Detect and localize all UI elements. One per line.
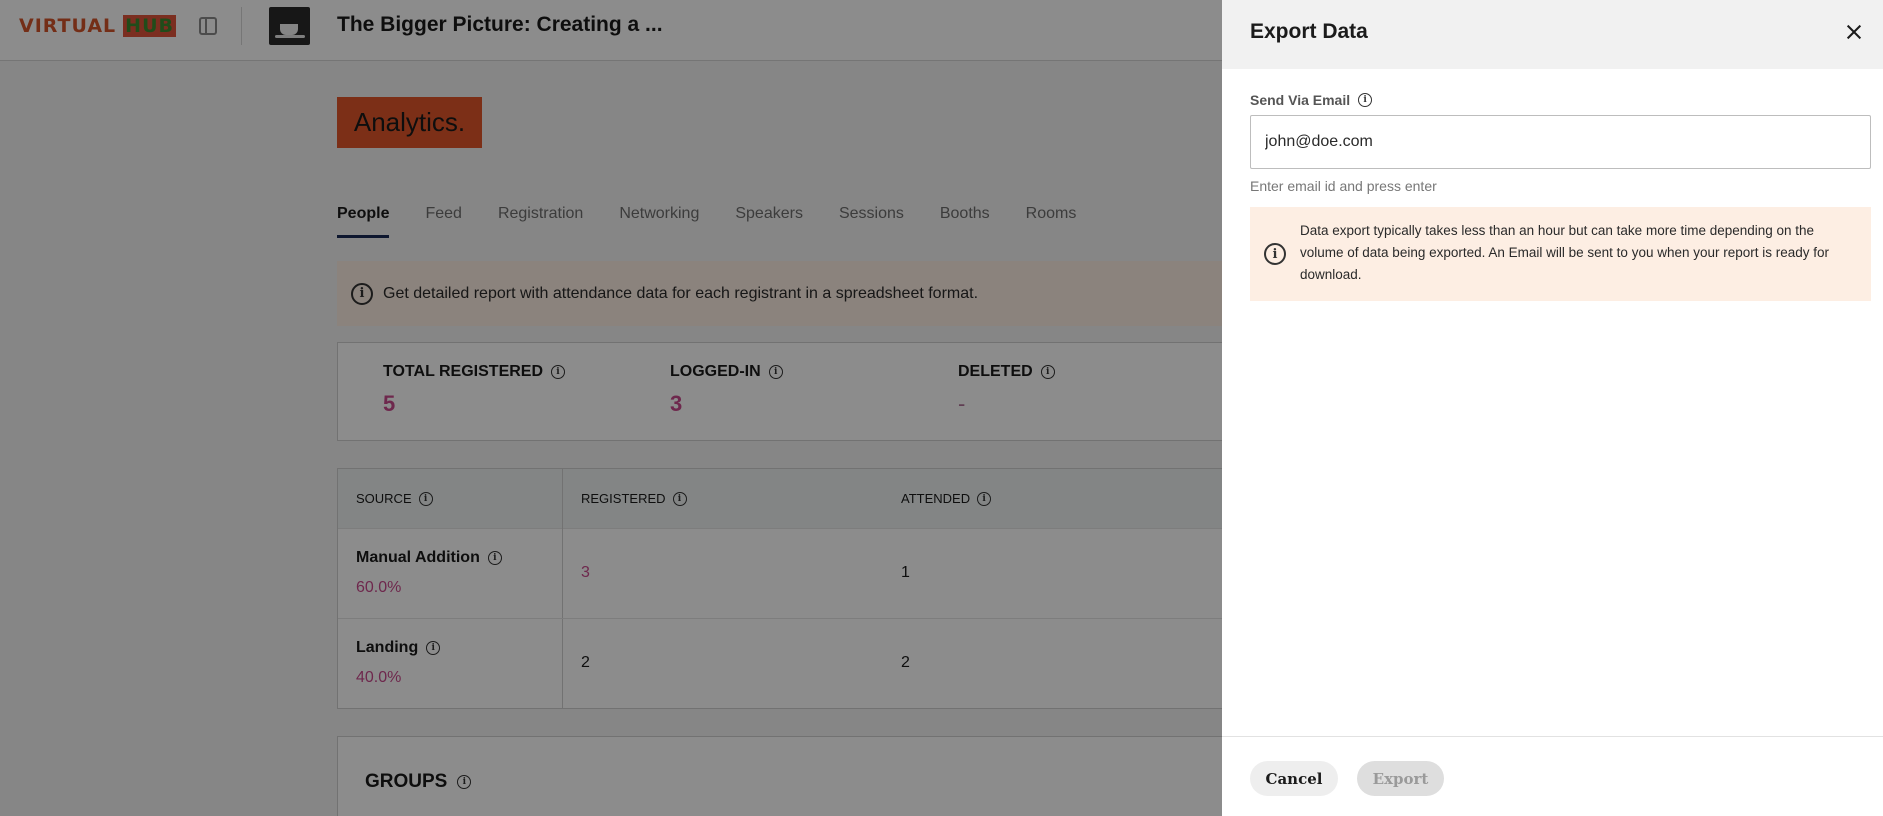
drawer-title: Export Data bbox=[1250, 20, 1368, 43]
email-field[interactable] bbox=[1250, 115, 1871, 169]
email-field-label: Send Via Email i bbox=[1250, 92, 1373, 108]
close-icon[interactable] bbox=[1842, 20, 1866, 44]
export-button[interactable]: Export bbox=[1357, 761, 1444, 796]
email-label-text: Send Via Email bbox=[1250, 92, 1351, 108]
info-icon: i bbox=[1264, 243, 1286, 265]
drawer-header: Export Data bbox=[1222, 0, 1883, 69]
drawer-footer: Cancel Export bbox=[1222, 736, 1883, 816]
modal-backdrop[interactable] bbox=[0, 0, 1222, 816]
export-notice-text: Data export typically takes less than an… bbox=[1300, 223, 1830, 282]
export-notice: i Data export typically takes less than … bbox=[1250, 207, 1871, 301]
cancel-button[interactable]: Cancel bbox=[1250, 761, 1338, 796]
email-help-text: Enter email id and press enter bbox=[1250, 178, 1437, 194]
export-data-drawer: Export Data Send Via Email i Enter email… bbox=[1222, 0, 1883, 816]
info-icon[interactable]: i bbox=[1358, 93, 1373, 107]
